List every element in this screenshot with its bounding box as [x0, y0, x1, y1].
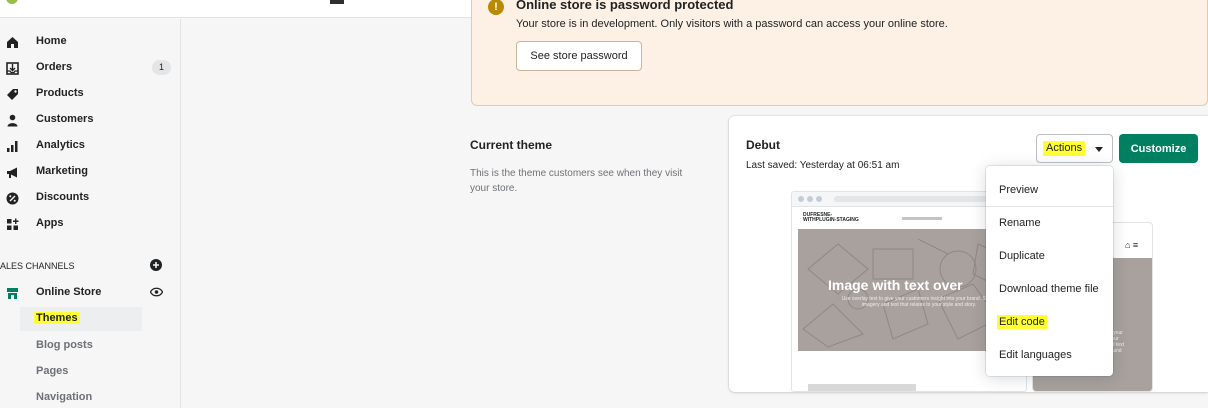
apps-icon [7, 218, 19, 230]
menu-item-label: Duplicate [999, 250, 1045, 262]
actions-button-label: Actions [1043, 141, 1086, 156]
menu-item-label: Edit languages [999, 349, 1072, 361]
sidebar-item-analytics[interactable]: Analytics [0, 135, 181, 157]
theme-name: Debut [746, 138, 780, 152]
menu-item-preview[interactable]: Preview [986, 174, 1113, 206]
sidebar-item-label: Discounts [36, 191, 90, 203]
caret-down-icon [1095, 147, 1103, 152]
sidebar-item-marketing[interactable]: Marketing [0, 161, 181, 183]
menu-item-download-theme-file[interactable]: Download theme file [986, 273, 1113, 305]
sidebar-subitem-label: Pages [36, 365, 69, 377]
actions-menu: Preview Rename Duplicate Download theme … [986, 166, 1113, 376]
person-icon [7, 114, 18, 127]
shopify-logo-icon[interactable] [6, 0, 18, 4]
sidebar: Home Orders 1 Products Customers Analyti… [0, 19, 181, 408]
window-dot-icon [798, 196, 804, 202]
sidebar-item-products[interactable]: Products [0, 83, 181, 105]
add-channel-plus-icon[interactable] [150, 259, 162, 271]
current-theme-heading: Current theme [470, 138, 553, 152]
menu-item-label: Download theme file [999, 283, 1099, 295]
sidebar-item-home[interactable]: Home [0, 31, 181, 53]
cart-menu-icon: ⌂ ≡ [1125, 240, 1139, 250]
theme-card: Debut Last saved: Yesterday at 06:51 am … [729, 116, 1208, 392]
theme-last-saved: Last saved: Yesterday at 06:51 am [746, 160, 900, 171]
sidebar-item-label: Online Store [36, 286, 102, 298]
sidebar-subitem-label: Navigation [36, 391, 93, 403]
sidebar-subitem-themes[interactable]: Themes [20, 307, 142, 331]
sidebar-item-apps[interactable]: Apps [0, 213, 181, 235]
banner-title: Online store is password protected [516, 0, 734, 12]
password-protected-banner: ! Online store is password protected You… [471, 0, 1208, 106]
sales-channels-heading: ALES CHANNELS [0, 261, 75, 271]
megaphone-icon [7, 167, 17, 178]
orders-icon [6, 62, 19, 75]
home-icon [7, 37, 18, 48]
orders-count-badge: 1 [152, 60, 171, 75]
menu-item-rename[interactable]: Rename [986, 207, 1113, 239]
sidebar-subitem-label: Blog posts [36, 339, 93, 351]
warning-icon: ! [488, 0, 504, 15]
sidebar-subitem-navigation[interactable]: Navigation [20, 386, 142, 408]
sidebar-item-orders[interactable]: Orders 1 [0, 57, 181, 79]
sidebar-subitem-label: Themes [34, 312, 80, 324]
banner-text: Your store is in development. Only visit… [516, 18, 948, 30]
sidebar-item-discounts[interactable]: Discounts [0, 187, 181, 209]
sidebar-item-label: Customers [36, 113, 94, 125]
menu-item-label: Preview [999, 184, 1039, 196]
sidebar-item-label: Home [36, 35, 67, 47]
menu-item-label: Edit code [997, 315, 1047, 329]
eye-icon[interactable] [150, 287, 163, 297]
preview-hero-title: Image with text over [828, 277, 963, 293]
store-icon [7, 288, 18, 299]
current-theme-description: This is the theme customers see when the… [470, 168, 683, 194]
customize-button[interactable]: Customize [1119, 134, 1198, 163]
menu-item-edit-languages[interactable]: Edit languages [986, 339, 1113, 371]
tag-icon [7, 89, 18, 100]
preview-store-name: DUFRESNE-WITHPLUGIN-STAGING [803, 212, 859, 223]
store-name-fragment [330, 0, 344, 4]
menu-item-edit-code[interactable]: Edit code [986, 306, 1113, 338]
discount-icon [6, 192, 19, 205]
bar-chart-icon [7, 141, 18, 152]
window-dot-icon [807, 196, 813, 202]
preview-hero-subtitle: Use overlay text to give your customers … [841, 296, 997, 308]
sidebar-subitem-blog-posts[interactable]: Blog posts [20, 334, 142, 358]
menu-item-label: Rename [999, 217, 1041, 229]
sidebar-item-label: Apps [36, 217, 64, 229]
mobile-hero-subtitle: e your your nd text e and [1109, 330, 1125, 354]
sidebar-item-label: Orders [36, 61, 73, 73]
actions-button[interactable]: Actions [1036, 134, 1113, 163]
sidebar-item-label: Marketing [36, 165, 88, 177]
see-store-password-button[interactable]: See store password [516, 41, 642, 71]
sidebar-subitem-pages[interactable]: Pages [20, 360, 142, 384]
sidebar-item-label: Products [36, 87, 84, 99]
preview-nav-links [902, 217, 942, 220]
preview-lower-block [808, 384, 916, 391]
menu-item-duplicate[interactable]: Duplicate [986, 240, 1113, 272]
sidebar-item-label: Analytics [36, 139, 85, 151]
window-dot-icon [816, 196, 822, 202]
sidebar-item-customers[interactable]: Customers [0, 109, 181, 131]
